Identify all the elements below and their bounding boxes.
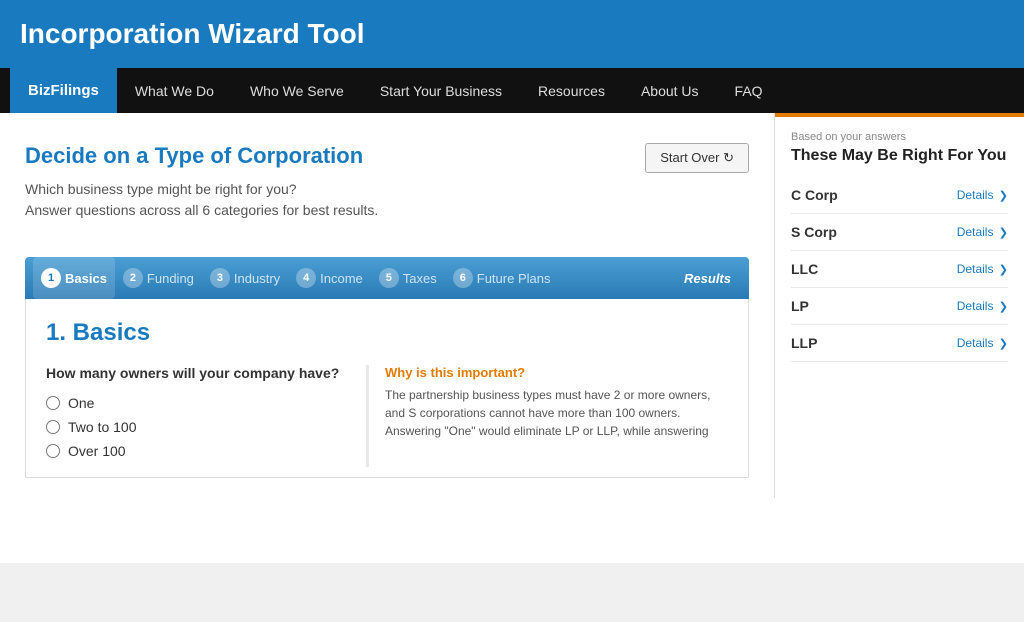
content-area: Decide on a Type of Corporation Which bu… — [0, 113, 1024, 498]
page-wrapper: Decide on a Type of Corporation Which bu… — [0, 113, 1024, 563]
label-over-100[interactable]: Over 100 — [68, 443, 126, 459]
sidebar-based-on: Based on your answers — [791, 131, 1008, 143]
subtitle-line1: Which business type might be right for y… — [25, 181, 297, 197]
results-label[interactable]: Results — [674, 271, 741, 286]
main-content: Decide on a Type of Corporation Which bu… — [0, 113, 774, 498]
step-5-num: 5 — [379, 268, 399, 288]
corp-name-scorp: S Corp — [791, 224, 837, 240]
sidebar-inner: Based on your answers These May Be Right… — [775, 117, 1024, 376]
nav-bar: BizFilings What We Do Who We Serve Start… — [0, 68, 1024, 113]
step-2-label: Funding — [147, 271, 194, 286]
step-3-num: 3 — [210, 268, 230, 288]
wizard-box: 1. Basics How many owners will your comp… — [25, 299, 749, 478]
banner-title: Incorporation Wizard Tool — [20, 18, 1004, 50]
corp-row-ccorp: C Corp Details ❯ — [791, 177, 1008, 214]
corp-details-llp[interactable]: Details ❯ — [957, 336, 1008, 350]
step-6-num: 6 — [453, 268, 473, 288]
sidebar-heading: These May Be Right For You — [791, 147, 1008, 165]
corp-details-llc[interactable]: Details ❯ — [957, 262, 1008, 276]
nav-item-start-your-business[interactable]: Start Your Business — [362, 68, 520, 113]
why-important-title: Why is this important? — [385, 365, 728, 380]
radio-one[interactable] — [46, 396, 60, 410]
step-industry[interactable]: 3 Industry — [202, 257, 288, 299]
sidebar: Based on your answers These May Be Right… — [774, 113, 1024, 498]
step-3-label: Industry — [234, 271, 280, 286]
page-title: Decide on a Type of Corporation — [25, 143, 645, 169]
radio-option-one: One — [46, 395, 346, 411]
corp-details-scorp[interactable]: Details ❯ — [957, 225, 1008, 239]
chevron-llc: ❯ — [999, 264, 1008, 276]
chevron-scorp: ❯ — [999, 227, 1008, 239]
top-row: Decide on a Type of Corporation Which bu… — [25, 143, 749, 241]
corp-name-llp: LLP — [791, 335, 817, 351]
why-important-text: The partnership business types must have… — [385, 386, 728, 440]
step-income[interactable]: 4 Income — [288, 257, 371, 299]
label-one[interactable]: One — [68, 395, 94, 411]
page-subtitle: Which business type might be right for y… — [25, 179, 645, 221]
top-banner: Incorporation Wizard Tool — [0, 0, 1024, 68]
step-4-label: Income — [320, 271, 363, 286]
step-1-num: 1 — [41, 268, 61, 288]
start-over-button[interactable]: Start Over ↻ — [645, 143, 749, 173]
start-over-label: Start Over — [660, 150, 719, 165]
corp-row-scorp: S Corp Details ❯ — [791, 214, 1008, 251]
question-text: How many owners will your company have? — [46, 365, 346, 381]
radio-over-100[interactable] — [46, 444, 60, 458]
step-4-num: 4 — [296, 268, 316, 288]
step-future-plans[interactable]: 6 Future Plans — [445, 257, 559, 299]
step-5-label: Taxes — [403, 271, 437, 286]
corp-name-llc: LLC — [791, 261, 818, 277]
nav-items: What We Do Who We Serve Start Your Busin… — [117, 68, 781, 113]
title-area: Decide on a Type of Corporation Which bu… — [25, 143, 645, 241]
subtitle-line2: Answer questions across all 6 categories… — [25, 202, 378, 218]
start-over-area: Start Over ↻ — [645, 143, 749, 173]
section-title: 1. Basics — [46, 319, 728, 347]
nav-brand[interactable]: BizFilings — [10, 68, 117, 113]
nav-item-faq[interactable]: FAQ — [717, 68, 781, 113]
nav-item-what-we-do[interactable]: What We Do — [117, 68, 232, 113]
step-basics[interactable]: 1 Basics — [33, 257, 115, 299]
step-2-num: 2 — [123, 268, 143, 288]
step-6-label: Future Plans — [477, 271, 551, 286]
step-1-label: Basics — [65, 271, 107, 286]
nav-item-about-us[interactable]: About Us — [623, 68, 717, 113]
corp-row-llp: LLP Details ❯ — [791, 325, 1008, 362]
chevron-lp: ❯ — [999, 301, 1008, 313]
chevron-ccorp: ❯ — [999, 190, 1008, 202]
step-taxes[interactable]: 5 Taxes — [371, 257, 445, 299]
question-right: Why is this important? The partnership b… — [366, 365, 728, 467]
corp-name-lp: LP — [791, 298, 809, 314]
radio-two-to-100[interactable] — [46, 420, 60, 434]
chevron-llp: ❯ — [999, 338, 1008, 350]
radio-option-over-100: Over 100 — [46, 443, 346, 459]
radio-option-two-to-100: Two to 100 — [46, 419, 346, 435]
corp-details-ccorp[interactable]: Details ❯ — [957, 188, 1008, 202]
corp-row-llc: LLC Details ❯ — [791, 251, 1008, 288]
step-funding[interactable]: 2 Funding — [115, 257, 202, 299]
nav-item-who-we-serve[interactable]: Who We Serve — [232, 68, 362, 113]
corp-row-lp: LP Details ❯ — [791, 288, 1008, 325]
question-left: How many owners will your company have? … — [46, 365, 346, 467]
question-row: How many owners will your company have? … — [46, 365, 728, 467]
wizard-steps-bar: 1 Basics 2 Funding 3 Industry 4 Income 5 — [25, 257, 749, 299]
corp-details-lp[interactable]: Details ❯ — [957, 299, 1008, 313]
label-two-to-100[interactable]: Two to 100 — [68, 419, 137, 435]
nav-item-resources[interactable]: Resources — [520, 68, 623, 113]
corp-name-ccorp: C Corp — [791, 187, 838, 203]
